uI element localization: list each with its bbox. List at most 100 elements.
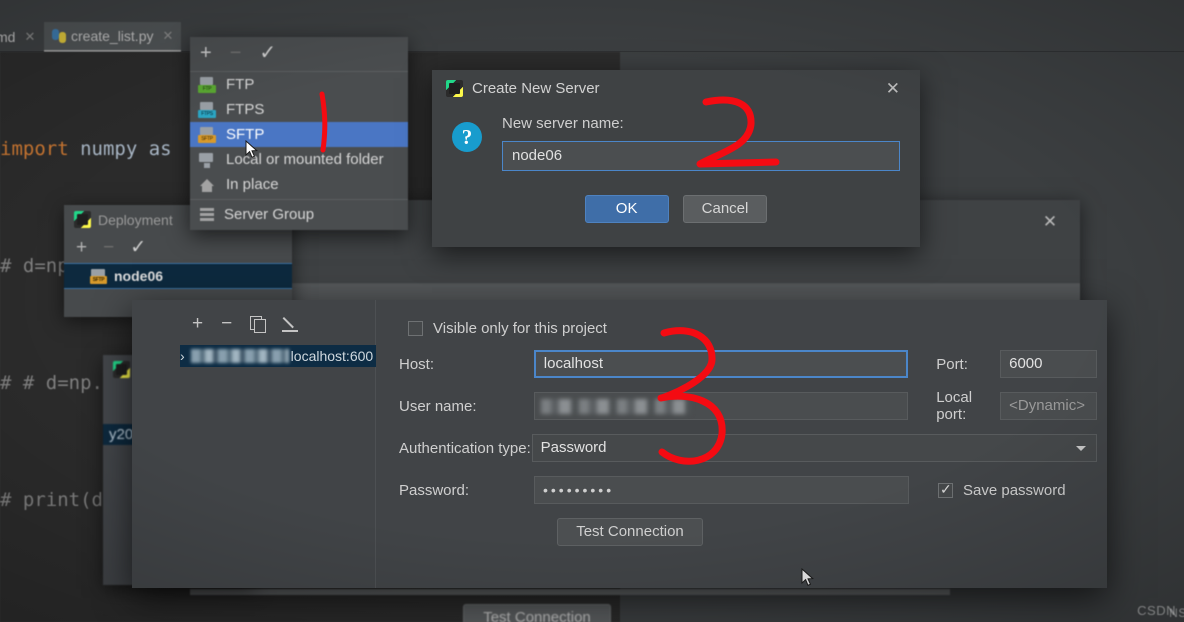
password-label: Password: [399, 481, 470, 499]
create-dialog-title: Create New Server [472, 80, 600, 97]
username-input[interactable] [533, 392, 909, 420]
menu-item-local-or-mounted-folder[interactable]: Local or mounted folder [190, 147, 408, 172]
menu-divider [190, 199, 408, 200]
close-icon[interactable]: ✕ [162, 28, 173, 44]
authentication-type-label: Authentication type: [399, 439, 531, 457]
deployment-toolbar: + − ✓ [64, 234, 292, 261]
password-row: Password: ••••••••• Save password [376, 476, 1097, 504]
background-test-connection-button[interactable]: Test Connection [463, 604, 611, 622]
username-label: User name: [399, 397, 477, 415]
new-server-name-label: New server name: [502, 115, 624, 132]
port-label: Port: [936, 355, 968, 373]
visible-only-label: Visible only for this project [433, 319, 607, 337]
server-group-icon [200, 207, 214, 222]
visible-only-row: Visible only for this project [408, 314, 1097, 342]
create-dialog-body: New server name: node06 [502, 115, 904, 171]
server-list-item-arrow: › [180, 348, 185, 364]
menu-item-ftps[interactable]: FTPS FTPS [190, 97, 408, 122]
host-label: Host: [399, 355, 435, 373]
tab-create-list-py-label: create_list.py [71, 28, 154, 44]
ftps-icon: FTPS [198, 101, 216, 118]
visible-only-checkbox[interactable] [408, 320, 423, 336]
mouse-cursor [801, 568, 814, 586]
menu-item-ftp[interactable]: FTP FTP [190, 72, 408, 97]
check-icon[interactable]: ✓ [130, 238, 146, 257]
add-menu-toolbar: + − ✓ [190, 37, 408, 71]
server-settings-pane: Visible only for this project Host: loca… [376, 300, 1107, 588]
create-dialog-title-bar: Create New Server [432, 70, 920, 97]
deployment-panel-title: Deployment [98, 211, 173, 228]
menu-item-sftp[interactable]: SFTP SFTP [190, 122, 408, 147]
remove-icon[interactable]: − [103, 238, 114, 257]
server-list-toolbar: + − [154, 300, 375, 333]
add-server-dropdown-menu: + − ✓ FTP FTP FTPS FTPS SFTP SFTP Local … [190, 37, 408, 230]
pycharm-icon [113, 361, 130, 378]
new-server-name-input[interactable]: node06 [502, 141, 900, 171]
create-dialog-buttons: OK Cancel [432, 195, 920, 223]
screenshot-root: md ✕ create_list.py ✕ import numpy as # … [0, 0, 1184, 622]
server-configuration-dialog: + − › localhost:600 Visible only for thi… [132, 300, 1107, 588]
menu-item-in-place-label: In place [226, 176, 279, 193]
tab-md-label: md [0, 29, 16, 45]
pencil-icon[interactable] [282, 316, 299, 332]
ftp-icon: FTP [198, 76, 216, 93]
question-icon: ? [452, 122, 482, 152]
ok-button[interactable]: OK [584, 195, 669, 223]
add-icon[interactable]: + [200, 43, 212, 63]
tab-create-list-py[interactable]: create_list.py ✕ [44, 22, 182, 52]
test-connection-row: Test Connection [376, 518, 1097, 546]
local-port-label: Local port: [936, 389, 973, 423]
server-list-pane: + − › localhost:600 [154, 300, 376, 588]
save-password-checkbox[interactable] [938, 481, 953, 498]
python-file-icon [52, 29, 66, 43]
pycharm-icon [446, 80, 463, 97]
remove-icon[interactable]: − [221, 314, 232, 333]
pycharm-icon [74, 211, 91, 228]
menu-item-server-group-label: Server Group [224, 206, 315, 223]
close-icon[interactable]: ✕ [24, 29, 35, 45]
editor-tab-bar: md ✕ create_list.py ✕ [0, 22, 1184, 52]
mouse-cursor [245, 140, 258, 158]
create-new-server-dialog: Create New Server ✕ ? New server name: n… [432, 70, 920, 247]
deployment-server-label: node06 [114, 268, 164, 284]
remove-icon[interactable]: − [230, 43, 242, 63]
sftp-icon: SFTP [90, 268, 107, 284]
redacted-username [540, 399, 691, 414]
redacted-server-name [190, 349, 289, 363]
watermark-text-cn: NSDN@昆虫大侠後 [1169, 606, 1184, 620]
cancel-button[interactable]: Cancel [682, 195, 768, 223]
folder-icon [198, 152, 216, 168]
authentication-type-row: Authentication type: Password [376, 434, 1097, 462]
sftp-icon: SFTP [198, 126, 216, 143]
authentication-type-select[interactable]: Password [531, 434, 1097, 462]
password-input[interactable]: ••••••••• [534, 476, 909, 504]
authentication-type-value: Password [540, 439, 607, 456]
background-dialog-bottom-strip [190, 589, 950, 595]
add-icon[interactable]: + [76, 238, 87, 257]
add-menu-list: FTP FTP FTPS FTPS SFTP SFTP Local or mou… [190, 71, 408, 227]
tab-md[interactable]: md ✕ [0, 22, 43, 52]
menu-item-server-group[interactable]: Server Group [190, 202, 408, 227]
port-input[interactable]: 6000 [1000, 350, 1097, 378]
home-icon [198, 177, 216, 193]
ide-top-strip [0, 0, 1184, 22]
menu-item-ftp-label: FTP [226, 76, 255, 93]
add-icon[interactable]: + [192, 314, 203, 333]
local-port-input[interactable]: <Dynamic> [1000, 392, 1097, 420]
save-password-label: Save password [963, 481, 1066, 499]
copy-icon[interactable] [250, 316, 267, 333]
host-row: Host: localhost Port: 6000 [376, 350, 1097, 378]
close-icon[interactable]: ✕ [886, 80, 900, 97]
username-row: User name: Local port: <Dynamic> [376, 389, 1097, 423]
server-list-item-host: localhost:600 [290, 348, 374, 364]
close-icon[interactable]: ✕ [1042, 213, 1058, 230]
menu-item-in-place[interactable]: In place [190, 172, 408, 197]
test-connection-button[interactable]: Test Connection [557, 518, 703, 546]
check-icon[interactable]: ✓ [259, 43, 276, 63]
watermark: CSDN NSDN@昆虫大侠後 [1137, 603, 1184, 620]
chevron-down-icon [1076, 446, 1086, 451]
server-list-item[interactable]: › localhost:600 [180, 345, 376, 367]
host-input[interactable]: localhost [533, 350, 909, 378]
deployment-server-item[interactable]: SFTP node06 [64, 263, 292, 289]
menu-item-ftps-label: FTPS [226, 101, 265, 118]
